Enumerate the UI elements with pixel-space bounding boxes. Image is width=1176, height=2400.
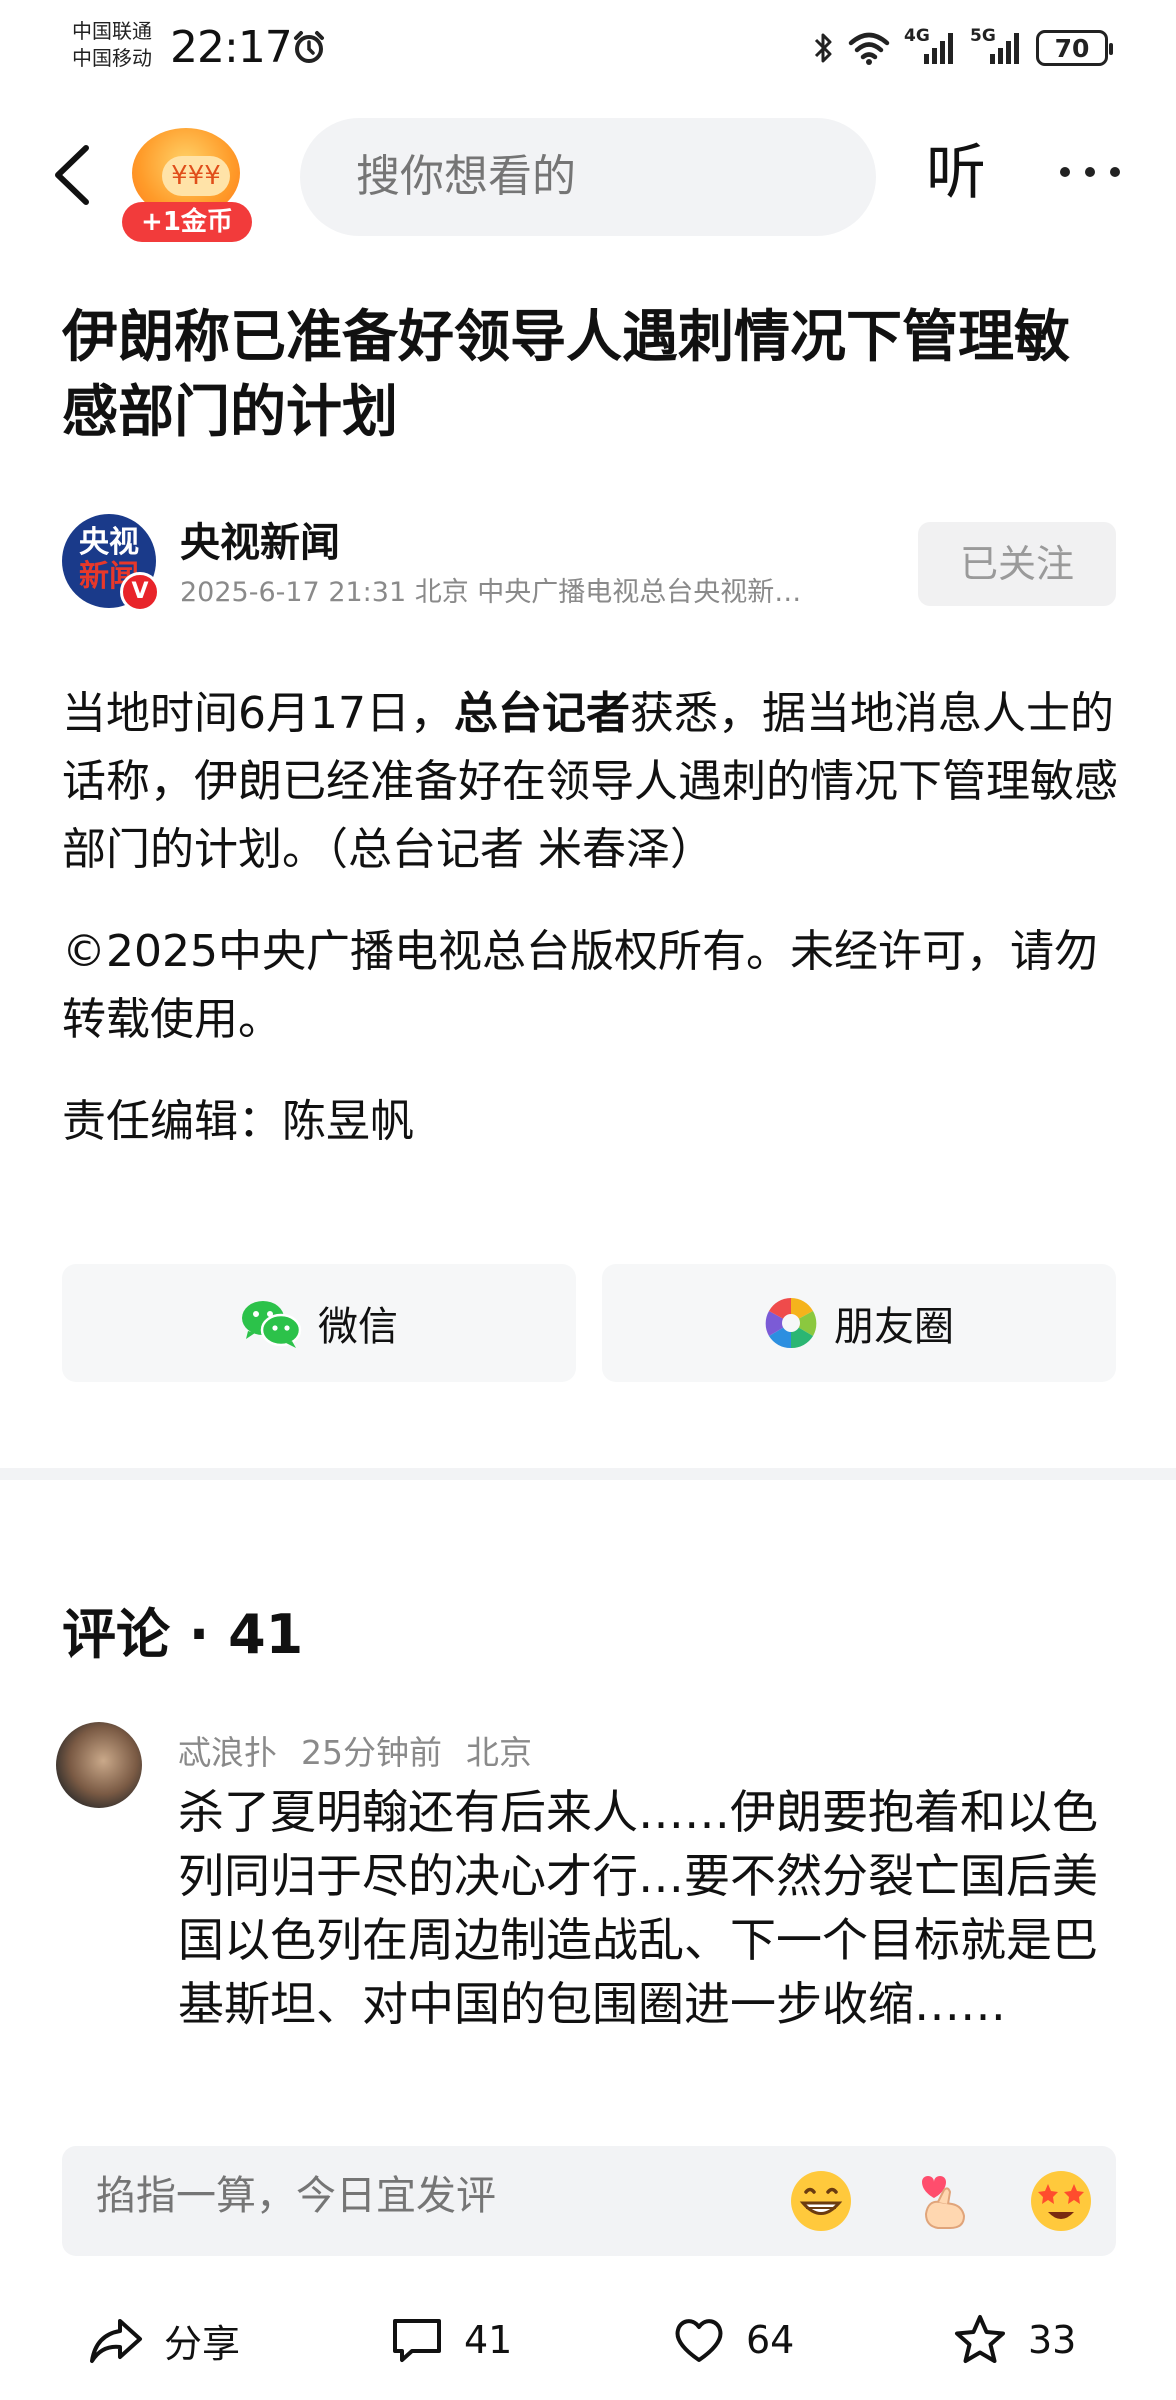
- grin-emoji-icon[interactable]: [786, 2166, 856, 2236]
- comment-location: 北京: [466, 1733, 532, 1772]
- share-icon: [90, 2319, 142, 2363]
- like-button[interactable]: 64: [672, 2290, 794, 2390]
- alarm-icon: [294, 31, 324, 63]
- editor-credit: 责任编辑：陈昱帆: [62, 1096, 414, 1147]
- signal-5g: 5G: [970, 26, 1022, 66]
- article-meta: 2025-6-17 21:31 北京 中央广播电视总台央视新…: [180, 577, 802, 608]
- comment-input[interactable]: [96, 2174, 736, 2219]
- search-box[interactable]: [300, 118, 931, 236]
- author-name[interactable]: 央视新闻: [180, 510, 340, 568]
- wechat-icon: [242, 1301, 302, 1348]
- comment-time: 25分钟前: [301, 1733, 442, 1772]
- article-body: 当地时间6月17日，总台记者获悉，据当地消息人士的话称，伊朗已经准备好在领导人遇…: [62, 680, 1122, 1190]
- coin-label: +1金币: [122, 202, 252, 242]
- article-title: 伊朗称已准备好领导人遇刺情况下管理敏感部门的计划: [62, 305, 1070, 445]
- moments-icon: [765, 1297, 817, 1349]
- star-icon: [955, 2315, 1005, 2363]
- status-bar: 中国联通 中国移动 22:17 4G 5G 70: [0, 0, 1176, 100]
- bottom-action-bar: 分享 41 64 33: [0, 2290, 1176, 2390]
- copyright-text: ©2025中央广播电视总台版权所有。未经许可，请勿转载使用。: [62, 926, 1098, 1045]
- comment-text: 杀了夏明翰还有后来人……伊朗要抱着和以色列同归于尽的决心才行…要不然分裂亡国后美…: [178, 1785, 1098, 2031]
- favorite-button[interactable]: 33: [952, 2290, 1076, 2390]
- more-options-button[interactable]: [1060, 160, 1120, 184]
- comment-icon: [393, 2319, 441, 2362]
- clock: 22:17: [170, 22, 293, 73]
- heart-icon: [675, 2319, 723, 2362]
- section-divider: [0, 1468, 1176, 1480]
- carrier-1: 中国联通: [72, 19, 152, 43]
- share-moments-button[interactable]: 朋友圈: [602, 1264, 1116, 1382]
- share-button[interactable]: 分享: [88, 2290, 240, 2390]
- follow-button[interactable]: 已关注: [918, 522, 1116, 606]
- comments-header: 评论 · 41: [62, 1603, 304, 1666]
- commenter-avatar[interactable]: [56, 1722, 142, 1808]
- article-paragraph: 当地时间6月17日，总台记者获悉，据当地消息人士的话称，伊朗已经准备好在领导人遇…: [62, 688, 1118, 875]
- star-eyes-emoji-icon[interactable]: [1026, 2166, 1096, 2236]
- comment-meta: 忒浪扑 25分钟前 北京: [178, 1726, 556, 1774]
- dot-icon: [1085, 167, 1095, 177]
- carrier-2: 中国移动: [72, 46, 152, 70]
- wifi-icon: [848, 32, 890, 65]
- listen-button[interactable]: 听: [926, 138, 986, 208]
- share-wechat-button[interactable]: 微信: [62, 1264, 576, 1382]
- comment-input-bar[interactable]: [62, 2146, 1116, 2256]
- signal-bars-icon: [924, 33, 953, 64]
- signal-bars-icon: [990, 33, 1019, 64]
- carrier-info: 中国联通 中国移动: [72, 18, 152, 72]
- dot-icon: [1110, 167, 1120, 177]
- share-row: 微信 朋友圈: [62, 1264, 1116, 1382]
- back-button[interactable]: [44, 140, 100, 210]
- finger-heart-emoji-icon[interactable]: [908, 2166, 978, 2236]
- status-icons: 4G 5G 70: [812, 26, 1113, 70]
- coin-reward-badge[interactable]: ¥¥¥ +1金币: [122, 120, 252, 242]
- battery-indicator: 70: [1036, 30, 1113, 66]
- search-input[interactable]: [356, 152, 931, 202]
- author-row: 央视 新闻 V 央视新闻 2025-6-17 21:31 北京 中央广播电视总台…: [62, 510, 1116, 612]
- verified-icon: V: [120, 572, 160, 612]
- commenter-name[interactable]: 忒浪扑: [178, 1733, 277, 1772]
- dot-icon: [1060, 167, 1070, 177]
- top-nav: ¥¥¥ +1金币 听: [0, 110, 1176, 242]
- comment-button[interactable]: 41: [390, 2290, 512, 2390]
- bluetooth-icon: [814, 33, 832, 63]
- signal-4g: 4G: [904, 26, 956, 66]
